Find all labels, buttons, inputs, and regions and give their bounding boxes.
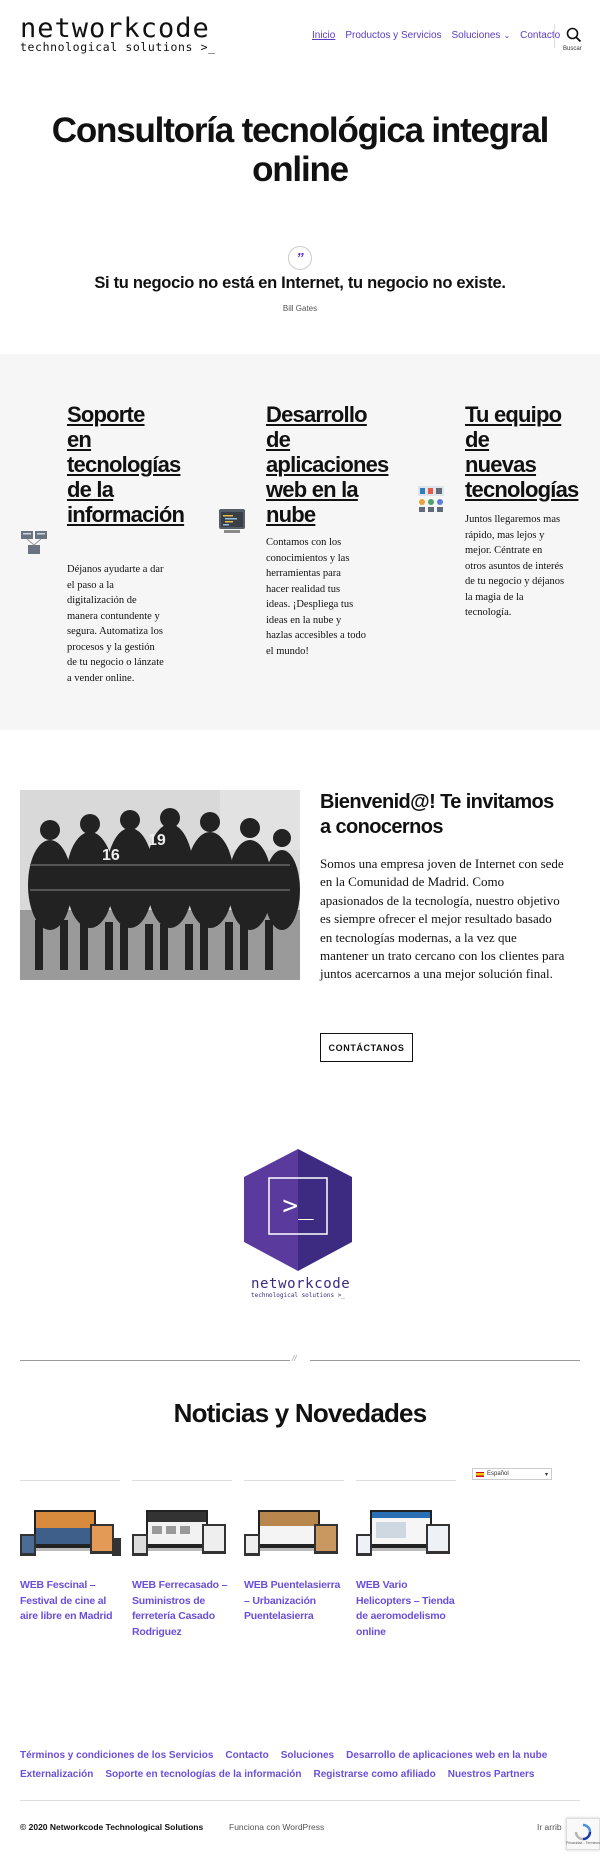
chevron-down-icon: ▾	[544, 1471, 548, 1478]
powered-by-link[interactable]: Funciona con WordPress	[229, 1822, 324, 1832]
team-icon	[418, 486, 444, 512]
news-thumbnail-3[interactable]	[244, 1508, 346, 1560]
divider-slashes: //	[292, 1354, 297, 1363]
code-icon	[219, 509, 245, 533]
badge-logo-text: networkcode	[251, 1276, 351, 1292]
copyright: © 2020 Networkcode Technological Solutio…	[20, 1822, 204, 1832]
section-divider-left	[20, 1360, 290, 1361]
news-separator	[244, 1480, 344, 1481]
svg-text:19: 19	[148, 832, 166, 849]
service-3-title[interactable]: Tu equipo de nuevas tecnologías	[465, 402, 579, 502]
recaptcha-icon	[574, 1823, 592, 1841]
servers-icon	[21, 531, 47, 554]
footer-menu: Términos y condiciones de los Servicios …	[20, 1746, 580, 1784]
quote-author: Bill Gates	[282, 304, 318, 313]
news-item-1-link[interactable]: WEB Fescinal – Festival de cine al aire …	[20, 1578, 120, 1625]
service-2-title[interactable]: Desarrollo de aplicaciones web en la nub…	[266, 402, 389, 527]
news-item-4-link[interactable]: WEB Vario Helicopters – Tienda de aeromo…	[356, 1578, 456, 1640]
main-nav: Inicio Productos y Servicios Soluciones ⌄…	[312, 30, 560, 41]
page-title: Consultoría tecnológica integral online	[51, 111, 550, 189]
welcome-text: Somos una empresa joven de Internet con …	[320, 856, 565, 982]
service-3-text: Juntos llegaremos mas rápido, mas lejos …	[465, 514, 565, 618]
footer-link-terminos[interactable]: Términos y condiciones de los Servicios	[20, 1746, 213, 1765]
footer-link-afiliado[interactable]: Registrarse como afiliado	[314, 1765, 436, 1784]
badge-logo-tagline: technological solutions >_	[251, 1292, 345, 1299]
footer-divider	[20, 1800, 580, 1801]
search-label: Buscar	[563, 46, 582, 52]
service-2-text: Contamos con los conocimientos y las her…	[266, 537, 366, 657]
site-tagline: technological solutions >_	[20, 40, 216, 54]
language-selector[interactable]: Español ▾	[472, 1468, 552, 1480]
nav-soluciones-label: Soluciones	[451, 30, 501, 41]
news-thumbnail-4[interactable]	[356, 1508, 458, 1560]
nav-divider	[554, 24, 555, 48]
back-to-top-link[interactable]: Ir arrib	[537, 1822, 562, 1832]
service-1-text: Déjanos ayudarte a dar el paso a la digi…	[67, 564, 164, 684]
language-label: Español	[487, 1471, 509, 1477]
news-title: Noticias y Novedades	[173, 1398, 428, 1428]
service-1-title[interactable]: Soporte en tecnologías de la información	[67, 402, 185, 527]
welcome-title: Bienvenid@! Te invitamos a conocernos	[320, 791, 554, 838]
quote-icon: ”	[288, 246, 312, 270]
nav-soluciones[interactable]: Soluciones ⌄	[452, 30, 511, 41]
footer-link-soporte[interactable]: Soporte en tecnologías de la información	[105, 1765, 301, 1784]
news-thumbnail-2[interactable]	[132, 1508, 234, 1560]
badge-prompt: >_	[282, 1191, 314, 1221]
footer-link-externalizacion[interactable]: Externalización	[20, 1765, 93, 1784]
news-separator	[356, 1480, 456, 1481]
recaptcha-badge[interactable]: Privacidad - Términos	[566, 1818, 600, 1850]
news-separator	[20, 1480, 120, 1481]
footer-link-contacto[interactable]: Contacto	[225, 1746, 268, 1765]
footer-link-soluciones[interactable]: Soluciones	[281, 1746, 334, 1765]
search-icon[interactable]	[566, 27, 582, 43]
svg-text:16: 16	[102, 847, 120, 864]
section-divider-right	[310, 1360, 580, 1361]
news-separator	[132, 1480, 232, 1481]
team-huddle-photo: 1619	[20, 790, 300, 980]
spain-flag-icon	[476, 1471, 484, 1477]
quote-text: Si tu negocio no está en Internet, tu ne…	[94, 274, 506, 292]
contact-button[interactable]: CONTÁCTANOS	[320, 1033, 413, 1062]
news-item-3-link[interactable]: WEB Puentelasierra – Urbanización Puente…	[244, 1578, 344, 1625]
footer-link-desarrollo[interactable]: Desarrollo de aplicaciones web en la nub…	[346, 1746, 547, 1765]
nav-inicio[interactable]: Inicio	[312, 30, 335, 41]
chevron-down-icon: ⌄	[503, 31, 511, 40]
nav-productos[interactable]: Productos y Servicios	[345, 30, 441, 41]
networkcode-badge-logo: >_	[244, 1149, 352, 1271]
footer-link-partners[interactable]: Nuestros Partners	[448, 1765, 535, 1784]
news-thumbnail-1[interactable]	[20, 1508, 122, 1560]
recaptcha-text: Privacidad - Términos	[566, 1841, 600, 1845]
news-item-2-link[interactable]: WEB Ferrecasado – Suministros de ferrete…	[132, 1578, 232, 1640]
